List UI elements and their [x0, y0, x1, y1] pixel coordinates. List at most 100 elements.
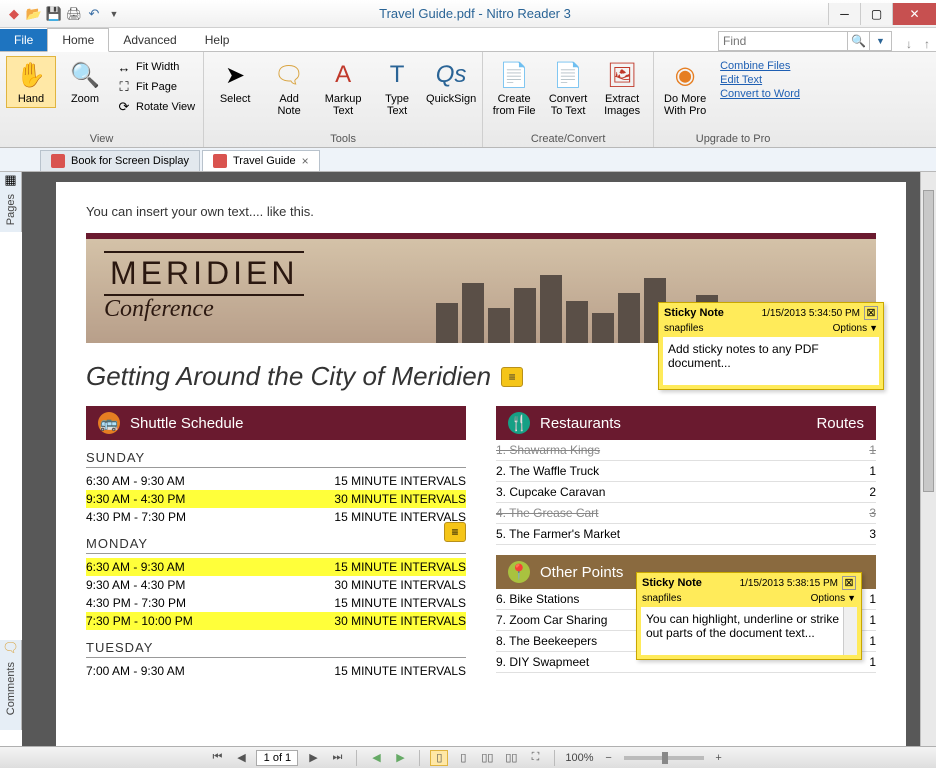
advanced-tab[interactable]: Advanced — [109, 29, 190, 51]
sticky-close-icon[interactable]: ⊠ — [864, 306, 878, 320]
schedule-row: 7:00 AM - 9:30 AM15 MINUTE INTERVALS — [86, 662, 466, 680]
zoom-icon: 🔍 — [69, 59, 101, 91]
schedule-row: 9:30 AM - 4:30 PM30 MINUTE INTERVALS — [86, 576, 466, 594]
last-page-button[interactable]: ⏭ — [328, 750, 346, 766]
file-tab[interactable]: File — [0, 29, 47, 51]
fork-icon: 🍴 — [508, 412, 530, 434]
restaurant-row: 4. The Grease Cart3 — [496, 503, 876, 524]
print-icon[interactable]: 🖨 — [66, 6, 82, 22]
find-search-button[interactable]: 🔍 — [848, 31, 870, 51]
sticky-close-icon[interactable]: ⊠ — [842, 576, 856, 590]
quicksign-icon: Qs — [435, 59, 467, 91]
day-heading: SUNDAY — [86, 450, 466, 468]
restaurant-row: 3. Cupcake Caravan2 — [496, 482, 876, 503]
rotate-icon: ⟳ — [116, 99, 132, 115]
view-cont-facing-button[interactable]: ▯▯ — [502, 750, 520, 766]
close-button[interactable]: ✕ — [892, 3, 936, 25]
pdf-icon — [51, 154, 65, 168]
convert-to-word-link[interactable]: Convert to Word — [720, 88, 800, 100]
maximize-button[interactable]: ▢ — [860, 3, 892, 25]
ribbon-group-tools: ➤Select 🗨Add Note AMarkup Text TType Tex… — [204, 52, 483, 147]
view-single-button[interactable]: ▯ — [430, 750, 448, 766]
fullscreen-button[interactable]: ⛶ — [526, 750, 544, 766]
close-tab-icon[interactable]: × — [302, 154, 309, 168]
schedule-row: 4:30 PM - 7:30 PM15 MINUTE INTERVALS — [86, 508, 466, 526]
select-button[interactable]: ➤Select — [210, 56, 260, 108]
nav-back-button[interactable]: ◀ — [367, 750, 385, 766]
fit-page-icon: ⛶ — [116, 79, 132, 95]
comments-panel-tab[interactable]: 🗨 Comments — [0, 640, 22, 730]
zoom-button[interactable]: 🔍 Zoom — [60, 56, 110, 108]
view-cont-button[interactable]: ▯ — [454, 750, 472, 766]
vertical-scrollbar[interactable] — [920, 172, 936, 746]
add-note-icon: 🗨 — [273, 59, 305, 91]
document-tab-travel[interactable]: Travel Guide× — [202, 150, 320, 171]
first-page-button[interactable]: ⏮ — [208, 750, 226, 766]
document-tab-book[interactable]: Book for Screen Display — [40, 150, 200, 171]
create-from-file-button[interactable]: 📄Create from File — [489, 56, 539, 120]
sticky-note-icon[interactable]: ≡ — [501, 367, 523, 387]
schedule-row: 4:30 PM - 7:30 PM15 MINUTE INTERVALS — [86, 594, 466, 612]
sticky-scrollbar[interactable] — [843, 607, 857, 655]
shuttle-header: 🚌 Shuttle Schedule — [86, 406, 466, 440]
do-more-pro-button[interactable]: ◉Do More With Pro — [660, 56, 710, 120]
markup-text-button[interactable]: AMarkup Text — [318, 56, 368, 120]
options-dropdown-icon[interactable]: ▼ — [869, 323, 878, 334]
qat-dropdown-icon[interactable]: ▼ — [106, 6, 122, 22]
sticky-note-2[interactable]: Sticky Note1/15/2013 5:38:15 PM⊠ snapfil… — [636, 572, 862, 660]
find-input[interactable] — [718, 31, 848, 51]
ribbon-group-convert: 📄Create from File 📄Convert To Text 🖼Extr… — [483, 52, 654, 147]
zoom-out-button[interactable]: − — [600, 750, 618, 766]
help-tab[interactable]: Help — [191, 29, 244, 51]
day-heading: TUESDAY — [86, 640, 466, 658]
minimize-button[interactable]: ─ — [828, 3, 860, 25]
quicksign-button[interactable]: QsQuickSign — [426, 56, 476, 108]
options-dropdown-icon[interactable]: ▼ — [847, 593, 856, 604]
edit-text-link[interactable]: Edit Text — [720, 74, 800, 86]
document-tabs: Book for Screen Display Travel Guide× — [0, 148, 936, 172]
extract-images-button[interactable]: 🖼Extract Images — [597, 56, 647, 120]
prev-page-button[interactable]: ◀ — [232, 750, 250, 766]
window-buttons: ─ ▢ ✕ — [828, 3, 936, 25]
next-page-button[interactable]: ▶ — [304, 750, 322, 766]
banner-subtitle: Conference — [104, 296, 304, 323]
pin-icon: 📍 — [508, 561, 530, 583]
add-note-button[interactable]: 🗨Add Note — [264, 56, 314, 120]
type-text-button[interactable]: TType Text — [372, 56, 422, 120]
restaurant-row: 1. Shawarma Kings1 — [496, 440, 876, 461]
view-facing-button[interactable]: ▯▯ — [478, 750, 496, 766]
app-icon[interactable]: ◆ — [6, 6, 22, 22]
undo-icon[interactable]: ↶ — [86, 6, 102, 22]
pages-panel-tab[interactable]: ▦ Pages — [0, 172, 22, 232]
nav-next-icon[interactable]: ↑ — [918, 37, 936, 51]
zoom-slider[interactable] — [624, 756, 704, 760]
hand-tool-button[interactable]: ✋ Hand — [6, 56, 56, 108]
extract-icon: 🖼 — [606, 59, 638, 91]
save-icon[interactable]: 💾 — [46, 6, 62, 22]
nav-fwd-button[interactable]: ▶ — [391, 750, 409, 766]
ribbon: ✋ Hand 🔍 Zoom ↔Fit Width ⛶Fit Page ⟳Rota… — [0, 52, 936, 148]
find-dropdown-button[interactable]: ▼ — [870, 31, 892, 51]
nav-prev-icon[interactable]: ↓ — [900, 37, 918, 51]
rotate-view-button[interactable]: ⟳Rotate View — [114, 98, 197, 116]
ribbon-group-pro: ◉Do More With Pro Combine Files Edit Tex… — [654, 52, 812, 147]
sticky-note-icon[interactable]: ≡ — [444, 522, 466, 542]
restaurant-row: 5. The Farmer's Market3 — [496, 524, 876, 545]
zoom-level: 100% — [565, 752, 593, 764]
titlebar: ◆ 📂 💾 🖨 ↶ ▼ Travel Guide.pdf - Nitro Rea… — [0, 0, 936, 28]
document-area: You can insert your own text.... like th… — [22, 172, 936, 746]
fit-page-button[interactable]: ⛶Fit Page — [114, 78, 197, 96]
restaurant-row: 2. The Waffle Truck1 — [496, 461, 876, 482]
quick-access-toolbar: ◆ 📂 💾 🖨 ↶ ▼ — [0, 6, 122, 22]
open-icon[interactable]: 📂 — [26, 6, 42, 22]
combine-files-link[interactable]: Combine Files — [720, 60, 800, 72]
sticky-note-1[interactable]: Sticky Note1/15/2013 5:34:50 PM⊠ snapfil… — [658, 302, 884, 390]
convert-to-text-button[interactable]: 📄Convert To Text — [543, 56, 593, 120]
home-tab[interactable]: Home — [47, 28, 109, 52]
hand-icon: ✋ — [15, 59, 47, 91]
fit-width-icon: ↔ — [116, 59, 132, 75]
zoom-in-button[interactable]: + — [710, 750, 728, 766]
create-icon: 📄 — [498, 59, 530, 91]
fit-width-button[interactable]: ↔Fit Width — [114, 58, 197, 76]
page-input[interactable] — [256, 750, 298, 766]
